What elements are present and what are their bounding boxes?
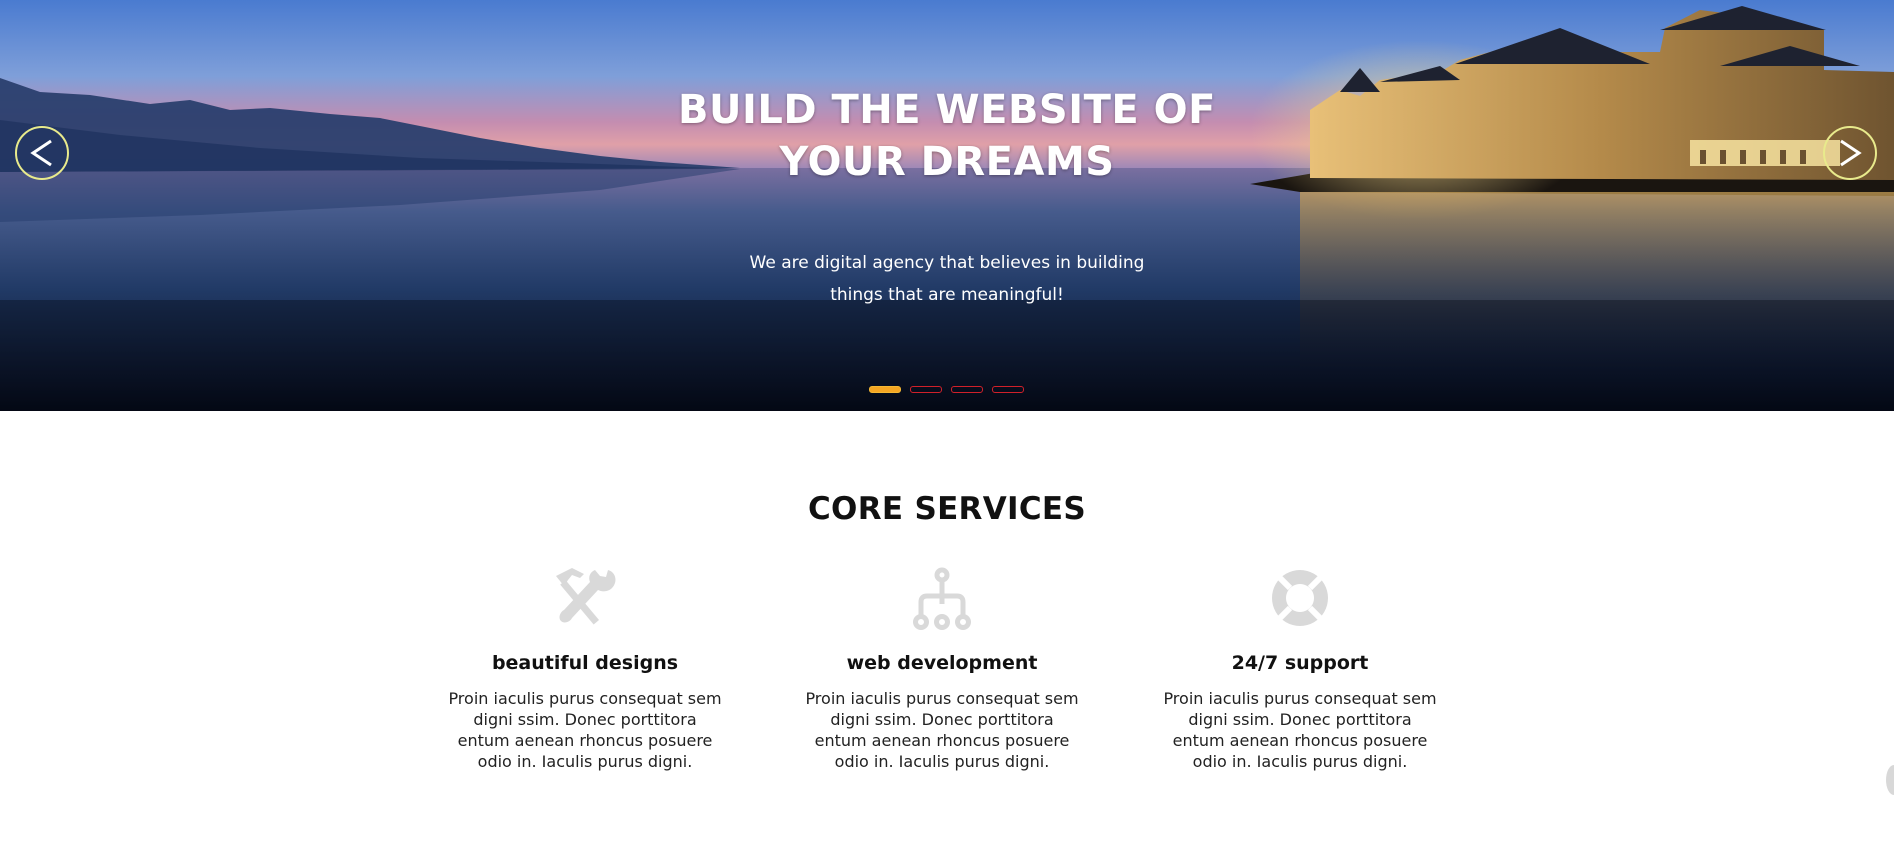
service-name: web development [846,652,1038,674]
hero-background-image [0,0,1894,411]
tools-icon [556,568,616,625]
slide-dot-4[interactable] [992,386,1024,393]
next-slide-button[interactable] [1823,126,1877,180]
service-name: beautiful designs [491,652,679,674]
hero-title-line-2: YOUR DREAMS [779,139,1115,185]
hero-subtitle: We are digital agency that believes in b… [737,247,1157,311]
services-title: CORE SERVICES [808,491,1086,527]
lifebuoy-icon [1271,570,1328,626]
core-services-section: CORE SERVICES beautiful designs Proin ia… [0,411,1894,862]
slider-pagination [869,386,1024,393]
slide-dot-3[interactable] [951,386,983,393]
previous-slide-button[interactable] [15,126,69,180]
chevron-left-icon [30,139,52,167]
slide-dot-2[interactable] [910,386,942,393]
hero-slider: BUILD THE WEBSITE OF YOUR DREAMS We are … [0,0,1894,411]
service-description: Proin iaculis purus consequat sem digni … [448,689,722,771]
service-card-development: web development Proin iaculis purus cons… [797,566,1087,772]
hero-subtitle-line-2: things that are meaningful! [830,285,1064,305]
service-description: Proin iaculis purus consequat sem digni … [805,689,1079,771]
service-card-support: 24/7 support Proin iaculis purus consequ… [1155,566,1445,772]
hero-title-line-1: BUILD THE WEBSITE OF [678,87,1216,133]
service-card-designs: beautiful designs Proin iaculis purus co… [440,566,730,772]
scroll-to-top-tab[interactable] [1886,765,1894,795]
sitemap-icon [913,567,971,630]
hero-title: BUILD THE WEBSITE OF YOUR DREAMS [0,84,1894,188]
chevron-right-icon [1840,139,1862,167]
slide-dot-1[interactable] [869,386,901,393]
service-name: 24/7 support [1231,652,1369,674]
service-description: Proin iaculis purus consequat sem digni … [1163,689,1437,771]
hero-subtitle-line-1: We are digital agency that believes in b… [749,253,1145,273]
